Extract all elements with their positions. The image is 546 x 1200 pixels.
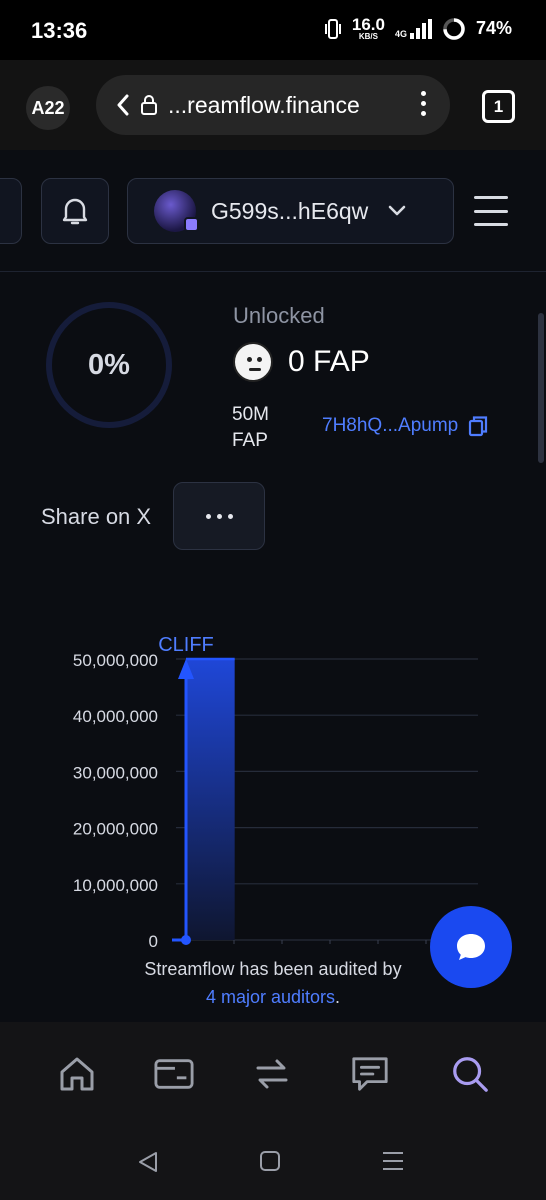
search-icon: [453, 1057, 488, 1092]
vibrate-icon: [324, 18, 341, 39]
unlocked-row: 0 FAP: [233, 342, 370, 382]
audit-text: Streamflow has been audited by: [144, 959, 402, 979]
share-label: Share on X: [41, 504, 152, 529]
battery-ring-icon: [443, 17, 465, 40]
home-square-icon[interactable]: [259, 1150, 281, 1172]
share-options-button[interactable]: [173, 482, 265, 550]
nav-swap[interactable]: [252, 1054, 292, 1094]
swap-icon: [256, 1059, 288, 1089]
progress-label: 0%: [88, 348, 130, 381]
chevron-down-icon: [388, 205, 406, 216]
back-icon[interactable]: [136, 1150, 160, 1174]
nav-home[interactable]: [57, 1054, 97, 1094]
data-point: [181, 935, 191, 945]
browser-toolbar: A22 ...reamflow.finance 1: [0, 60, 546, 150]
audit-suffix: .: [335, 987, 341, 1007]
more-dots-icon: [205, 513, 211, 519]
wallet-button[interactable]: G599s...hE6qw: [127, 178, 454, 244]
back-chevron-icon[interactable]: [116, 93, 130, 117]
mint-address-link[interactable]: 7H8hQ...Apump: [322, 415, 488, 437]
nav-wallet[interactable]: [154, 1054, 194, 1094]
lock-icon: [141, 95, 157, 115]
status-icons: 16.0 KB/S 4G 74%: [324, 16, 512, 41]
total-value: 50M: [232, 404, 269, 425]
y-tick-label: 10,000,000: [73, 876, 158, 895]
net-speed: 16.0 KB/S: [351, 15, 385, 41]
unlock-chart-svg: 50,000,000 40,000,000 30,000,000 20,000,000…: [73, 634, 478, 950]
bell-icon: [62, 198, 88, 225]
total-amount: 50M FAP: [232, 402, 269, 454]
chat-bubble-icon: [457, 934, 485, 960]
y-tick-label: 40,000,000: [73, 707, 158, 726]
signal-icon: 4G: [395, 18, 432, 39]
y-tick-label: 50,000,000: [73, 651, 158, 670]
app-content: G599s...hE6qw 0% Unlocked 0 FAP 50M FAP …: [0, 150, 546, 1022]
cliff-label: CLIFF: [158, 634, 214, 656]
copy-icon[interactable]: [468, 415, 488, 437]
system-navigation: [0, 1124, 546, 1200]
y-tick-label: 20,000,000: [73, 820, 158, 839]
unlock-chart: 50,000,000 40,000,000 30,000,000 20,000,000…: [0, 620, 546, 950]
notifications-button[interactable]: [41, 178, 109, 244]
unlocked-label: Unlocked: [233, 303, 325, 328]
status-time: 13:36: [31, 18, 88, 43]
token-logo: [233, 342, 273, 382]
nav-search[interactable]: [450, 1054, 490, 1094]
home-icon: [60, 1057, 94, 1091]
url-text: ...reamflow.finance: [168, 91, 360, 118]
y-tick-label: 30,000,000: [73, 763, 158, 782]
header-search-button[interactable]: [0, 178, 22, 244]
status-bar: 13:36 16.0 KB/S 4G 74%: [0, 0, 546, 60]
area-fill: [186, 659, 235, 940]
mint-address[interactable]: 7H8hQ...Apump: [322, 415, 458, 437]
bottom-navigation: [0, 1022, 546, 1124]
battery-level: 74%: [475, 18, 512, 38]
profile-avatar[interactable]: A22: [26, 86, 70, 130]
browser-menu-icon[interactable]: [421, 91, 426, 116]
menu-icon[interactable]: [474, 196, 508, 226]
support-chat-button[interactable]: [430, 906, 512, 988]
recents-icon[interactable]: [381, 1150, 405, 1172]
wallet-avatar: [154, 190, 199, 232]
app-header: G599s...hE6qw: [0, 150, 546, 272]
y-tick-label: 0: [149, 932, 158, 950]
auditors-link[interactable]: 4 major auditors: [206, 987, 335, 1007]
chat-icon: [352, 1057, 388, 1091]
total-token: FAP: [232, 430, 268, 451]
wallet-icon: [154, 1059, 194, 1089]
page-scrollbar[interactable]: [538, 313, 544, 463]
nav-messages[interactable]: [350, 1054, 390, 1094]
unlocked-amount: 0 FAP: [288, 345, 370, 378]
tab-switcher-button[interactable]: 1: [482, 90, 515, 123]
url-bar[interactable]: ...reamflow.finance: [96, 75, 450, 135]
progress-ring: 0%: [46, 302, 172, 428]
wallet-address: G599s...hE6qw: [211, 197, 369, 224]
